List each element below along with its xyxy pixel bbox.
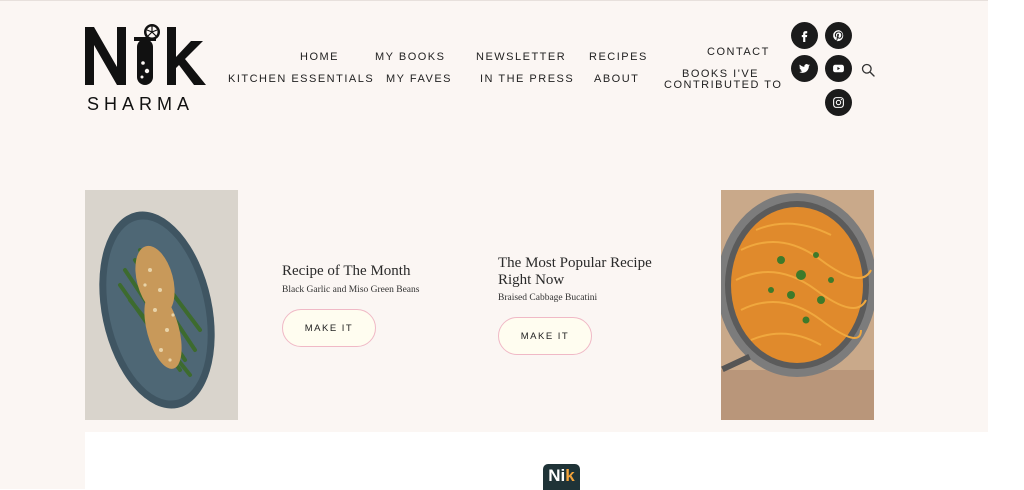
nav-my-books[interactable]: MY BOOKS bbox=[375, 51, 445, 63]
logo-wordmark: SHARMA bbox=[87, 94, 195, 114]
make-it-button-2[interactable]: MAKE IT bbox=[498, 317, 592, 355]
nav-recipes[interactable]: RECIPES bbox=[589, 51, 648, 63]
green-beans-photo[interactable] bbox=[85, 190, 238, 420]
nav-my-faves[interactable]: MY FAVES bbox=[386, 73, 452, 85]
bucatini-image bbox=[721, 190, 874, 420]
nav-newsletter[interactable]: NEWSLETTER bbox=[476, 51, 566, 63]
nav-contact[interactable]: CONTACT bbox=[707, 46, 770, 58]
instagram-icon[interactable] bbox=[825, 89, 852, 116]
most-popular-title-line1: The Most Popular Recipe bbox=[498, 255, 652, 271]
footer-section bbox=[85, 432, 988, 490]
page: SHARMA HOME MY BOOKS NEWSLETTER RECIPES … bbox=[0, 0, 988, 490]
nav-books-contributed-line2: CONTRIBUTED TO bbox=[664, 79, 783, 91]
most-popular-subtitle: Braised Cabbage Bucatini bbox=[498, 293, 598, 303]
nav-in-the-press[interactable]: IN THE PRESS bbox=[480, 73, 574, 85]
bucatini-photo[interactable] bbox=[721, 190, 874, 420]
footer-logo-text-b: k bbox=[565, 466, 575, 485]
recipe-of-month-title: Recipe of The Month bbox=[282, 263, 411, 279]
pinterest-icon[interactable] bbox=[825, 22, 852, 49]
logo-mark bbox=[85, 24, 206, 85]
twitter-icon[interactable] bbox=[791, 55, 818, 82]
facebook-icon[interactable] bbox=[791, 22, 818, 49]
footer-logo[interactable]: Ni k bbox=[543, 464, 580, 490]
youtube-icon[interactable] bbox=[825, 55, 852, 82]
search-icon[interactable] bbox=[861, 63, 875, 77]
most-popular-title: The Most Popular Recipe Right Now bbox=[498, 255, 652, 289]
nav-books-contributed[interactable]: BOOKS I'VE CONTRIBUTED TO bbox=[664, 69, 781, 91]
nav-about[interactable]: ABOUT bbox=[594, 73, 639, 85]
most-popular-title-line2: Right Now bbox=[498, 272, 565, 288]
nav-kitchen-essentials[interactable]: KITCHEN ESSENTIALS bbox=[228, 73, 374, 85]
green-beans-image bbox=[85, 190, 238, 420]
make-it-button-1[interactable]: MAKE IT bbox=[282, 309, 376, 347]
site-logo[interactable]: SHARMA bbox=[85, 23, 210, 115]
footer-logo-text-a: Ni bbox=[548, 466, 566, 485]
recipe-of-month-subtitle: Black Garlic and Miso Green Beans bbox=[282, 285, 420, 295]
nav-home[interactable]: HOME bbox=[300, 51, 339, 63]
